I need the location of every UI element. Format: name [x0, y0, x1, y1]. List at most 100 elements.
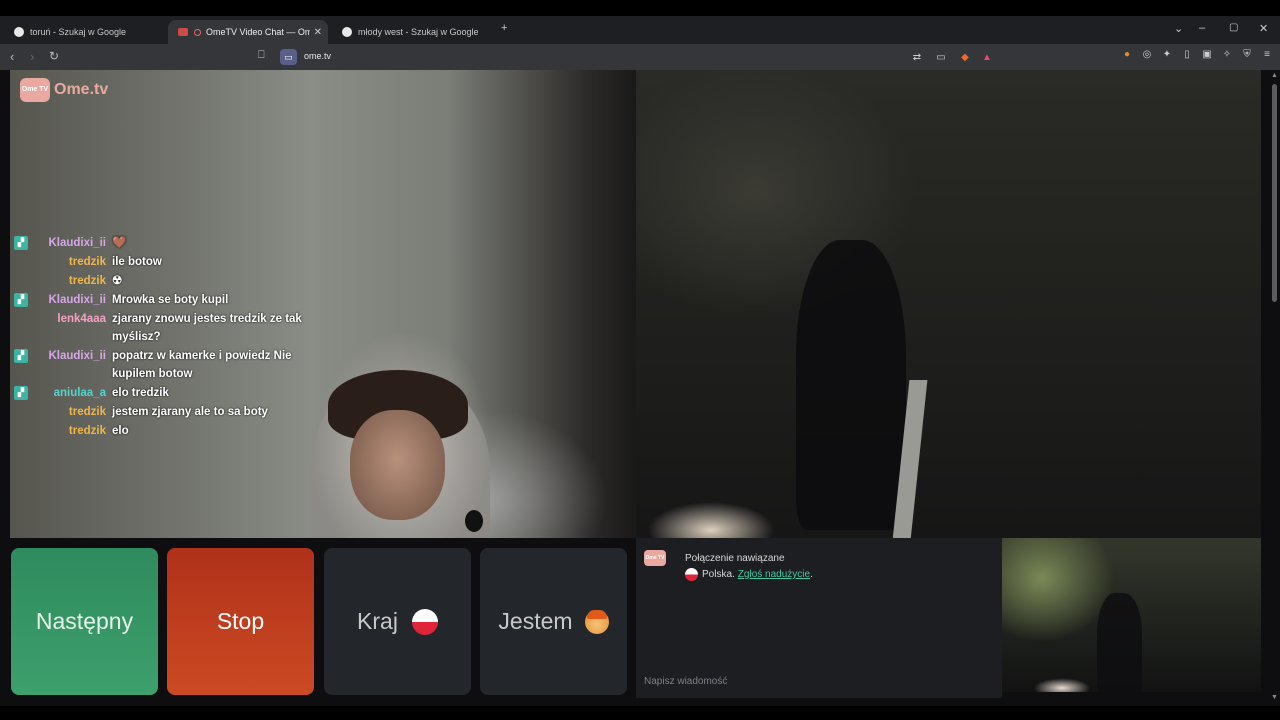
- back-icon[interactable]: ‹: [10, 49, 14, 64]
- tab-ometv[interactable]: OmeTV Video Chat — Omegl ✕: [168, 20, 328, 44]
- message-input[interactable]: Napisz wiadomość: [644, 676, 994, 692]
- ometv-logo[interactable]: Ome TV Ome.tv: [20, 78, 108, 102]
- scroll-up-icon[interactable]: ▲: [1271, 72, 1278, 79]
- menu-icon[interactable]: ≡: [1261, 49, 1273, 61]
- chat-username[interactable]: tredzik: [32, 272, 106, 290]
- chat-message: ▞tredzikile botow: [14, 253, 314, 271]
- page-scrollbar[interactable]: ▲ ▼: [1270, 70, 1280, 706]
- address-bar[interactable]: ⎕ ▭ ome.tv ⇄ ▭ ◆ ▲: [256, 47, 996, 67]
- extension-icon[interactable]: ◎: [1141, 49, 1153, 61]
- ometv-small-logo: Ome TV: [644, 550, 666, 566]
- user-badge-icon: ▞: [14, 386, 28, 400]
- user-badge-icon: ▞: [14, 236, 28, 250]
- leo-ai-icon[interactable]: ✧: [1221, 49, 1233, 61]
- translate-icon[interactable]: ⇄: [911, 52, 923, 64]
- chat-text: jestem zjarany ale to sa boty: [112, 406, 268, 418]
- user-badge-icon: ▞: [14, 293, 28, 307]
- toolbar: ‹ › ↻ ⎕ ▭ ome.tv ⇄ ▭ ◆ ▲ ● ◎ ✦ ▯ ▣ ✧ ⛨ ≡: [0, 44, 1280, 70]
- chat-username[interactable]: tredzik: [32, 253, 106, 271]
- close-tab-icon[interactable]: ✕: [314, 27, 322, 38]
- chat-username[interactable]: tredzik: [32, 403, 106, 421]
- chat-message: ▞ aniulaa_a elo tredzik: [14, 384, 314, 402]
- partner-video: [636, 70, 1261, 538]
- bookmark-icon[interactable]: ⎕: [258, 49, 265, 62]
- chat-text: ile botow: [112, 256, 162, 268]
- sidebar-icon[interactable]: ▯: [1181, 49, 1193, 61]
- chat-username[interactable]: Klaudixi_ii: [32, 291, 106, 309]
- self-video: [1002, 538, 1261, 692]
- boy-emoji-icon: [584, 609, 609, 634]
- chat-message: ▞lenk4aaazjarany znowu jestes tredzik ze…: [14, 310, 314, 346]
- stop-button[interactable]: Stop: [167, 548, 314, 695]
- url-text[interactable]: ome.tv: [304, 51, 331, 61]
- cast-icon[interactable]: ▭: [935, 52, 947, 64]
- tab-mlody-west[interactable]: młody west - Szukaj w Google: [332, 20, 492, 44]
- chat-message: ▞tredzikelo: [14, 422, 314, 440]
- poland-flag-icon: [411, 608, 438, 635]
- minimize-button[interactable]: –: [1199, 22, 1205, 34]
- wallet-icon[interactable]: ▣: [1201, 49, 1213, 61]
- headset-mic: [465, 510, 483, 532]
- video-subject: [1097, 593, 1142, 692]
- next-button[interactable]: Następny: [11, 548, 158, 695]
- chat-message: ▞ Klaudixi_ii 🤎: [14, 234, 314, 252]
- recording-icon: [194, 28, 201, 36]
- poland-flag-icon: [685, 568, 698, 581]
- video-subject: [350, 410, 445, 520]
- chat-message: ▞tredzik☢: [14, 272, 314, 290]
- overlay-chat: ▞ Klaudixi_ii 🤎 ▞ tredzik ile botow ▞ tredzik ☢ ▞…: [14, 234, 314, 441]
- reload-icon[interactable]: ↻: [49, 49, 59, 63]
- scroll-down-icon[interactable]: ▼: [1271, 694, 1278, 701]
- scrollbar-thumb[interactable]: [1272, 84, 1277, 302]
- user-badge-icon: ▞: [14, 349, 28, 363]
- chat-message: ▞ Klaudixi_ii Mrowka se boty kupil: [14, 291, 314, 309]
- chat-text: ☢: [112, 275, 123, 287]
- brave-shields-icon[interactable]: ◆: [959, 52, 971, 64]
- chat-username[interactable]: lenk4aaa: [32, 310, 106, 346]
- next-label: Następny: [35, 608, 134, 634]
- chat-text: elo tredzik: [112, 387, 169, 399]
- brave-rewards-icon[interactable]: ▲: [981, 52, 993, 64]
- tab-title: toruń - Szukaj w Google: [30, 27, 127, 37]
- vpn-icon[interactable]: ⛨: [1241, 49, 1253, 61]
- report-abuse-link[interactable]: Zgłoś nadużycie: [738, 569, 810, 580]
- tab-strip: toruń - Szukaj w Google OmeTV Video Chat…: [0, 16, 1280, 44]
- logo-badge: Ome TV: [20, 78, 50, 102]
- chat-message: ▞tredzikjestem zjarany ale to sa boty: [14, 403, 314, 421]
- logo-text: Ome.tv: [54, 81, 109, 98]
- chat-username[interactable]: Klaudixi_ii: [32, 234, 106, 252]
- new-tab-button[interactable]: +: [501, 22, 507, 34]
- gender-label: Jestem: [498, 608, 573, 634]
- country-button[interactable]: Kraj: [324, 548, 471, 695]
- chat-text: zjarany znowu jestes tredzik ze tak myśl…: [112, 313, 302, 343]
- chat-username[interactable]: Klaudixi_ii: [32, 347, 106, 383]
- chat-text: 🤎: [112, 237, 127, 249]
- chat-text: Mrowka se boty kupil: [112, 294, 229, 306]
- country-name: Polska.: [702, 569, 735, 580]
- ometv-favicon: [178, 28, 188, 36]
- gender-button[interactable]: Jestem: [480, 548, 627, 695]
- chat-text: elo: [112, 425, 129, 437]
- video-subject: [796, 240, 906, 530]
- extensions-puzzle-icon[interactable]: ✦: [1161, 49, 1173, 61]
- chat-text: popatrz w kamerke i powiedz Nie kupilem …: [112, 350, 292, 380]
- chat-panel: Ome TV Połączenie nawiązane Polska. Zgło…: [636, 538, 1002, 698]
- forward-icon[interactable]: ›: [30, 49, 34, 64]
- maximize-button[interactable]: ▢: [1229, 22, 1238, 33]
- chat-username[interactable]: tredzik: [32, 422, 106, 440]
- tab-torun[interactable]: toruń - Szukaj w Google: [4, 20, 164, 44]
- chat-username[interactable]: aniulaa_a: [32, 384, 106, 402]
- window-top-bar: [0, 0, 1280, 16]
- connection-status: Połączenie nawiązane: [685, 553, 785, 564]
- site-info-icon[interactable]: ▭: [280, 49, 297, 65]
- country-label: Kraj: [357, 608, 398, 634]
- tab-title: OmeTV Video Chat — Omegl: [206, 27, 310, 37]
- google-icon: [342, 27, 352, 37]
- close-window-button[interactable]: ✕: [1259, 22, 1268, 35]
- tab-title: młody west - Szukaj w Google: [358, 27, 479, 37]
- extension-icon[interactable]: ●: [1121, 49, 1133, 61]
- stop-label: Stop: [216, 608, 265, 634]
- tab-search-icon[interactable]: ⌄: [1174, 22, 1183, 35]
- google-icon: [14, 27, 24, 37]
- report-suffix: .: [810, 569, 813, 580]
